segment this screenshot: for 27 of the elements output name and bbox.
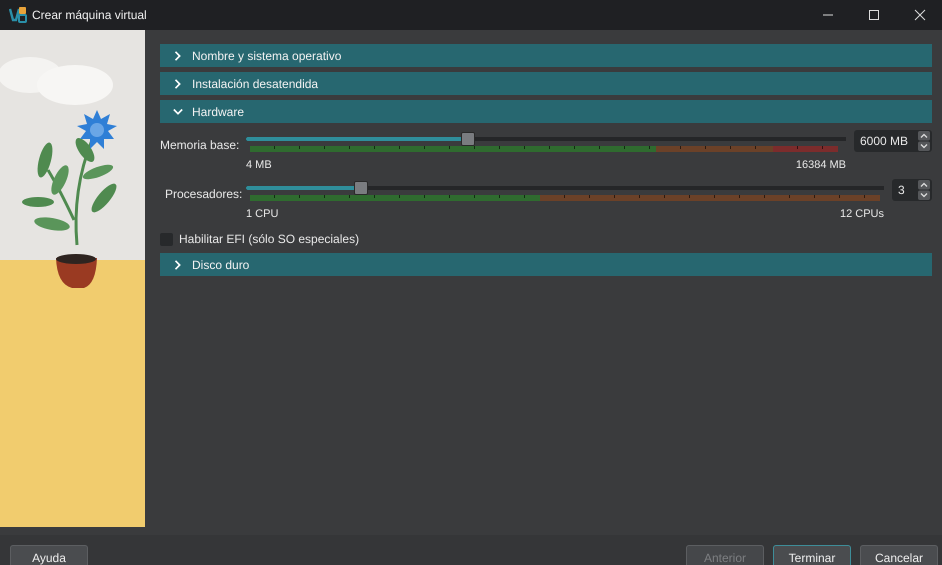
window-title: Crear máquina virtual <box>32 8 147 22</box>
chevron-right-icon[interactable] <box>173 258 183 270</box>
field-label: Procesadores: <box>164 187 240 202</box>
min-label: 1 CPU <box>246 208 278 222</box>
slider-thumb[interactable] <box>461 132 475 146</box>
dialog-button[interactable]: Terminar <box>773 545 851 565</box>
slider-thumb[interactable] <box>354 181 368 195</box>
section-header[interactable]: Instalación desatendida <box>160 72 932 95</box>
checkbox-label: Habilitar EFI (sólo SO especiales) <box>179 232 360 246</box>
chevron-right-icon[interactable] <box>173 78 183 90</box>
dialog-button[interactable]: Ayuda <box>10 545 88 565</box>
section-header[interactable]: Nombre y sistema operativo <box>160 44 932 67</box>
app-logo-icon <box>9 7 27 23</box>
maximize-icon[interactable] <box>868 9 880 21</box>
spin-arrows-icon[interactable] <box>918 131 930 151</box>
spin-box[interactable]: 3 <box>892 179 932 201</box>
spin-box[interactable]: 6000 MB <box>854 130 932 152</box>
max-label: 12 CPUs <box>840 208 884 222</box>
min-label: 4 MB <box>246 159 272 173</box>
max-label: 16384 MB <box>796 159 846 173</box>
close-icon[interactable] <box>914 9 926 21</box>
section-header[interactable]: Hardware <box>160 100 932 123</box>
section-header[interactable]: Disco duro <box>160 253 932 276</box>
chevron-right-icon[interactable] <box>173 50 183 62</box>
field-label: Memoria base: <box>160 138 240 153</box>
spin-arrows-icon[interactable] <box>918 180 930 200</box>
dialog-button[interactable]: Cancelar <box>860 545 938 565</box>
